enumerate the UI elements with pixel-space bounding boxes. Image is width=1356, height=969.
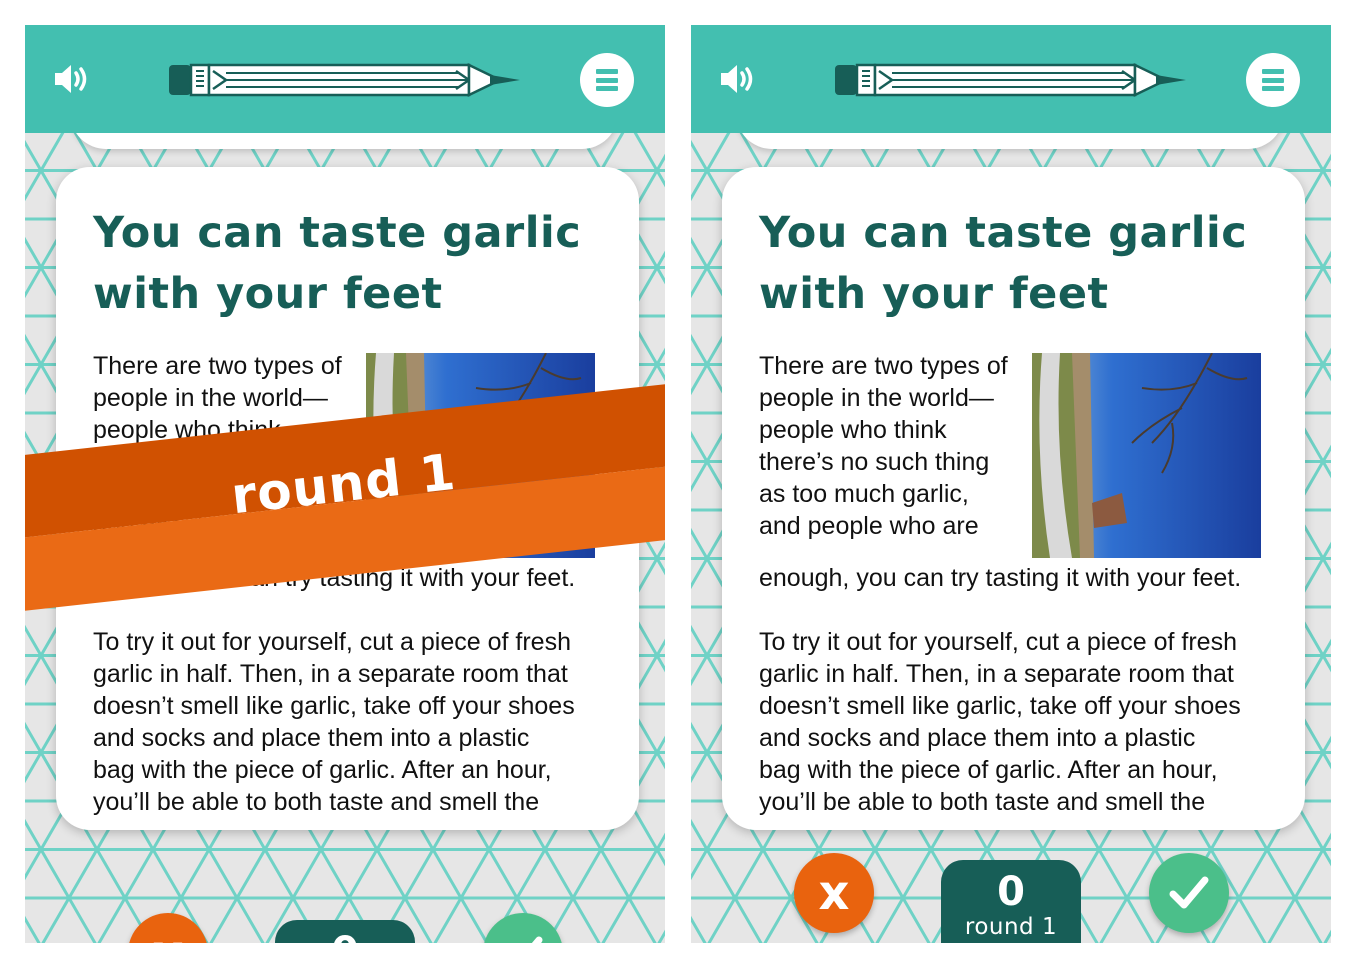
check-icon xyxy=(531,936,543,943)
menu-button[interactable] xyxy=(1246,53,1300,107)
article-title: You can taste garlic with your feet xyxy=(759,203,1279,325)
pencil-icon xyxy=(169,63,520,97)
app-screen-left: You can taste garlic with your feet Ther… xyxy=(25,25,665,943)
title-line-1: You can taste garlic xyxy=(93,208,582,258)
x-icon: x xyxy=(153,925,184,943)
title-line-2: with your feet xyxy=(759,269,1109,319)
article-photo xyxy=(1032,353,1261,558)
menu-icon xyxy=(1262,69,1284,91)
menu-icon xyxy=(596,69,618,91)
right-button[interactable] xyxy=(1149,853,1229,933)
check-icon xyxy=(1169,876,1209,909)
wrong-button[interactable]: x xyxy=(794,853,874,933)
score-badge: 0 round 1 xyxy=(275,920,415,943)
title-line-1: You can taste garlic xyxy=(759,208,1248,258)
article-card[interactable]: You can taste garlic with your feet Ther… xyxy=(722,167,1305,830)
menu-button[interactable] xyxy=(580,53,634,107)
paragraph-2: To try it out for yourself, cut a piece … xyxy=(759,628,1241,816)
paragraph-1-tail: enough, you can try tasting it with your… xyxy=(759,564,1242,592)
paragraph-2: To try it out for yourself, cut a piece … xyxy=(93,628,575,816)
article-title: You can taste garlic with your feet xyxy=(93,203,613,325)
score-value: 0 xyxy=(997,869,1025,915)
round-label: round 1 xyxy=(964,914,1058,940)
score-value: 0 xyxy=(275,930,415,943)
app-screen-right: You can taste garlic with your feet Ther… xyxy=(691,25,1331,943)
score-badge: 0 round 1 xyxy=(941,860,1081,943)
x-icon: x xyxy=(818,865,850,921)
pencil-icon xyxy=(835,63,1186,97)
paragraph-1: There are two types of people in the wor… xyxy=(759,352,1008,540)
top-bar xyxy=(25,25,665,133)
title-line-2: with your feet xyxy=(93,269,443,319)
speaker-icon[interactable] xyxy=(717,61,757,97)
speaker-icon[interactable] xyxy=(51,61,91,97)
top-bar xyxy=(691,25,1331,133)
